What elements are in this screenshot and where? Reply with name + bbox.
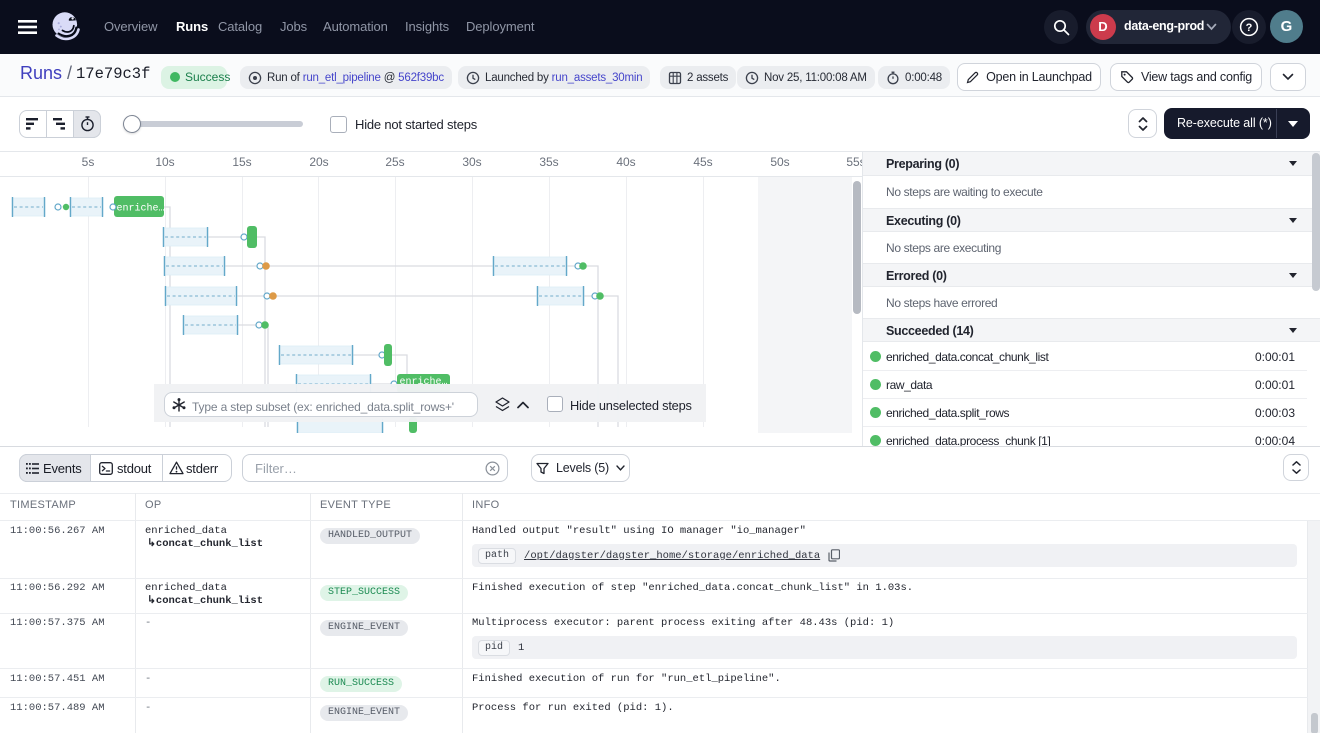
svg-text:?: ? [1246, 22, 1253, 34]
svg-text:enriche…: enriche… [117, 203, 165, 215]
